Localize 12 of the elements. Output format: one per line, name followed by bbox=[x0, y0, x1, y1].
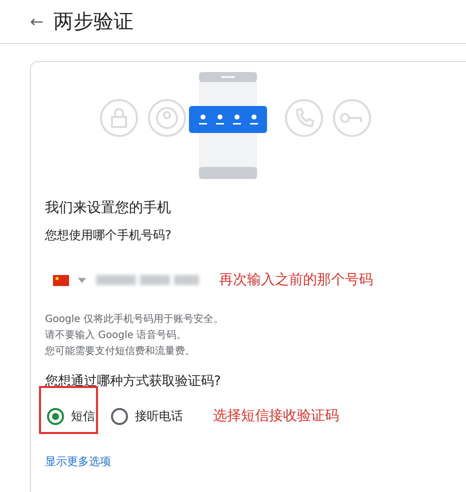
info-note: 请不要输入 Google 语音号码。 bbox=[45, 328, 188, 342]
section-heading: 我们来设置您的手机 bbox=[45, 199, 172, 217]
info-note: Google 仅将此手机号码用于账号安全。 bbox=[45, 312, 224, 326]
page-title: 两步验证 bbox=[53, 8, 134, 35]
back-button[interactable]: ← bbox=[30, 12, 44, 31]
radio-label[interactable]: 接听电话 bbox=[135, 408, 183, 424]
info-note: 您可能需要支付短信费和流量费。 bbox=[45, 344, 196, 358]
phone-question: 您想使用哪个手机号码? bbox=[45, 227, 172, 244]
radio-label[interactable]: 短信 bbox=[71, 408, 95, 424]
annotation-text: 选择短信接收验证码 bbox=[213, 407, 339, 425]
annotation-text: 再次输入之前的那个号码 bbox=[219, 271, 373, 289]
more-options-link[interactable]: 显示更多选项 bbox=[45, 454, 111, 469]
